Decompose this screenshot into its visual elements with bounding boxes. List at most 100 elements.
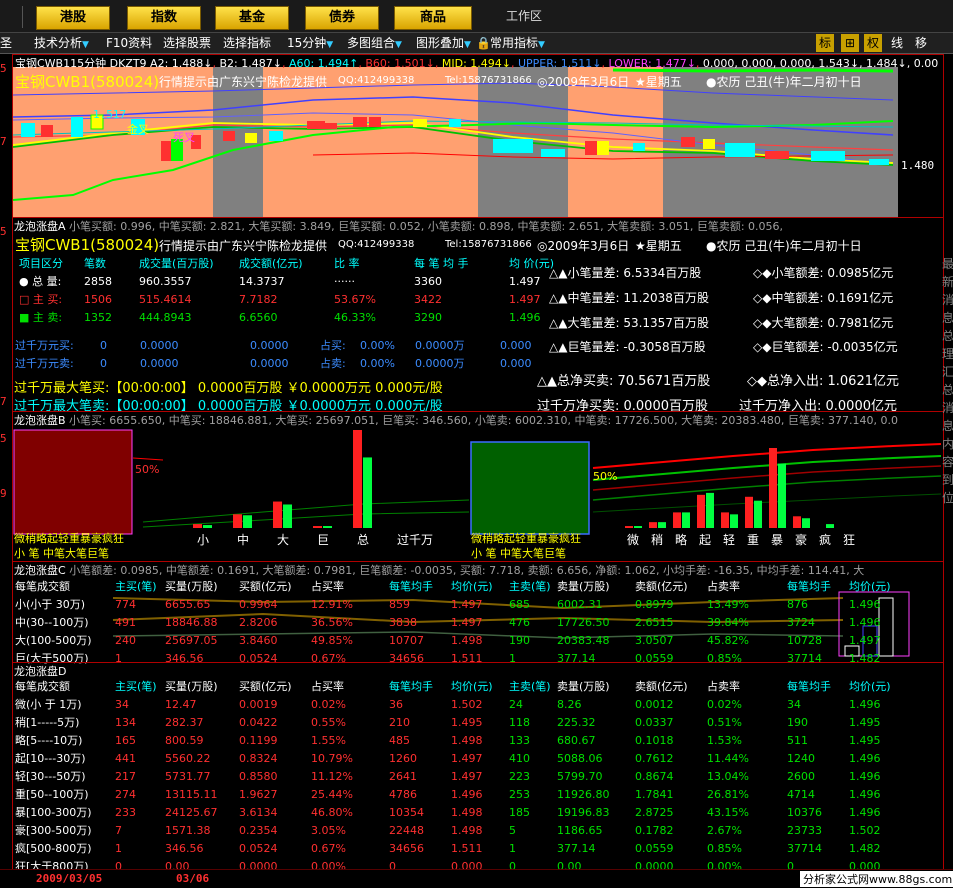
table-cell: 2.6515 xyxy=(635,615,674,629)
table-row[interactable]: 豪[300-500万) 7 1571.38 0.2354 3.05% 22448 1.498… xyxy=(15,821,899,839)
table-cell: 1.496 xyxy=(849,787,881,801)
table-cell: 346.56 xyxy=(165,841,204,855)
menu-select-indicator[interactable]: 选择指标 xyxy=(223,35,271,51)
bar-label: 小 xyxy=(197,533,210,547)
table-row[interactable]: 重[50--100万) 274 13115.11 1.9627 25.44% 4786 1.… xyxy=(15,785,899,803)
table-cell: 511 xyxy=(787,733,808,747)
table-row[interactable]: 中(30--100万) 491 18846.88 2.8206 36.56% 3838 1.… xyxy=(15,613,899,631)
table-cell: 1.497 xyxy=(451,769,483,783)
y-tick: 5 xyxy=(0,62,7,75)
table-row[interactable]: 大(100-500万) 240 25697.05 3.8460 49.85% 10707 1… xyxy=(15,631,899,649)
table-row[interactable]: 微(小 于 1万) 34 12.47 0.0019 0.02% 36 1.502 24 8.26… xyxy=(15,695,899,713)
table-row[interactable]: 暴[100-300万) 233 24125.67 3.6134 46.80% 10354 1… xyxy=(15,803,899,821)
table-cell: 0.02% xyxy=(311,697,346,711)
table-cell: 0.1199 xyxy=(239,733,278,747)
col-header: 每笔均手 xyxy=(389,580,433,593)
table-cell: 1.482 xyxy=(849,841,881,855)
grid-icon[interactable]: ⊞ xyxy=(841,34,859,52)
table-cell: 25.44% xyxy=(311,787,353,801)
buy-bar xyxy=(313,526,322,528)
workspace-tab[interactable]: 工作区 xyxy=(506,8,542,24)
table-cell: 豪[300-500万) xyxy=(15,824,92,837)
net-flow: ◇◆总净入出: 1.0621亿元 xyxy=(747,374,899,389)
nav-index[interactable]: 指数 xyxy=(127,6,201,30)
table-cell: 0.0012 xyxy=(635,697,674,711)
weekday-text: ★星期五 xyxy=(635,239,682,253)
sell-bar xyxy=(323,526,332,528)
table-cell: 4714 xyxy=(787,787,815,801)
table-row[interactable]: 轻[30---50万) 217 5731.77 0.8580 11.12% 2641 1.4… xyxy=(15,767,899,785)
toolbar-left-edge: 圣 xyxy=(0,36,13,50)
volume-bars-1 xyxy=(193,430,372,528)
bar-label: 大 xyxy=(277,533,290,547)
table-cell: 0.8979 xyxy=(635,597,674,611)
table-cell: 2641 xyxy=(389,769,417,783)
menu-15min[interactable]: 15分钟▼ xyxy=(287,35,333,51)
table-cell: 略[5----10万) xyxy=(15,734,83,747)
menu-select-stock[interactable]: 选择股票 xyxy=(163,35,211,51)
menu-overlay[interactable]: 图形叠加▼ xyxy=(416,35,471,51)
stock-title: 宝钢CWB1(580024) xyxy=(15,236,160,254)
buy-bar xyxy=(769,448,777,528)
buy-bar xyxy=(649,522,657,528)
table-cell: 1 xyxy=(509,841,516,855)
panel-a-kilo-table: 过千万元买: 0 0.0000 0.0000 占买: 0.00% 0.0000万 0.0… xyxy=(15,336,532,372)
col-header: 占买率 xyxy=(311,680,344,693)
col-header: 成交量(百万股) xyxy=(139,257,214,270)
mark-icon[interactable]: 标 xyxy=(816,34,834,52)
table-cell: 0.0422 xyxy=(239,715,278,729)
table-row[interactable]: 起[10---30万) 441 5560.22 0.8324 10.79% 1260 1.4… xyxy=(15,749,899,767)
sell-bar xyxy=(682,512,690,528)
table-cell: 22448 xyxy=(389,823,424,837)
bar-label: 豪 xyxy=(795,533,808,547)
table-cell: 1.495 xyxy=(849,733,881,747)
diff-huge-vol: △▲巨笔量差: -0.3058百万股 xyxy=(549,340,706,354)
menu-common-indicators[interactable]: 常用指标▼ xyxy=(490,35,545,51)
menu-multi-chart[interactable]: 多图组合▼ xyxy=(347,35,402,51)
table-cell: 34 xyxy=(787,697,801,711)
nav-commodity[interactable]: 商品 xyxy=(394,6,472,30)
col-header: 占买率 xyxy=(311,580,344,593)
menu-f10[interactable]: F10资料 xyxy=(106,35,152,51)
table-row[interactable]: 稍[1-----5万) 134 282.37 0.0422 0.55% 210 1.495 1… xyxy=(15,713,899,731)
panel-a-header: 龙泡涨盘A 小笔买额: 0.996, 中笔买额: 2.821, 大笔买额: 3.… xyxy=(14,220,784,233)
table-cell: 10.79% xyxy=(311,751,353,765)
table-header-row: 每笔成交额 主买(笔) 买量(万股) 买额(亿元) 占买率 每笔均手 均价(元) 主卖(笔) 卖… xyxy=(15,677,899,695)
right-side-news-label[interactable]: 最新消息总理汇总消息内容到位 xyxy=(942,255,953,507)
col-header: 每笔成交额 xyxy=(15,580,70,593)
price-low-label: 1.480 xyxy=(901,159,935,172)
rights-icon[interactable]: 权 xyxy=(864,34,882,52)
table-row[interactable]: 疯[500-800万) 1 346.56 0.0524 0.67% 34656 1.511 1… xyxy=(15,839,899,857)
table-row[interactable]: 略[5----10万) 165 800.59 0.1199 1.55% 485 1.498 1… xyxy=(15,731,899,749)
table-cell: 0.0524 xyxy=(239,841,278,855)
panel-d: 龙泡涨盘D 每笔成交额 主买(笔) 买量(万股) 买额(亿元) 占买率 每笔均手 均价(元)… xyxy=(12,662,944,873)
table-cell: 10728 xyxy=(787,633,822,647)
table-cell: 1.496 xyxy=(849,751,881,765)
menu-tech-analysis[interactable]: 技术分析▼ xyxy=(34,35,89,51)
volume-box-right xyxy=(470,441,590,535)
col-header: 比 率 xyxy=(334,257,360,270)
table-cell: 6655.65 xyxy=(165,597,211,611)
bar-label: 总 xyxy=(357,533,370,547)
line-tool[interactable]: 线 xyxy=(891,35,903,51)
lock-icon[interactable]: 🔒 xyxy=(476,35,491,51)
nav-hk-stocks[interactable]: 港股 xyxy=(36,6,110,30)
nav-fund[interactable]: 基金 xyxy=(215,6,289,30)
move-tool[interactable]: 移 xyxy=(915,35,927,51)
golden-cross-label-2: 金叉 xyxy=(729,145,751,158)
table-cell: 3838 xyxy=(389,615,417,629)
table-cell: 46.80% xyxy=(311,805,353,819)
table-row: 过千万元买: 0 0.0000 0.0000 占买: 0.00% 0.0000万 0.0… xyxy=(15,338,532,353)
table-cell: 17726.50 xyxy=(557,615,610,629)
table-row[interactable]: 小(小于 30万) 774 6655.65 0.9964 12.91% 859 1.497 6… xyxy=(15,595,899,613)
sell-bar xyxy=(283,504,292,528)
table-cell: 微(小 于 1万) xyxy=(15,698,82,711)
price-chart-panel[interactable]: 宝钢CWB115分钟 DKZT9 A2: 1.488↓, B2: 1.487↓,… xyxy=(12,54,944,218)
table-cell: 1 xyxy=(115,841,122,855)
sell-bar xyxy=(706,492,714,528)
nav-bond[interactable]: 债券 xyxy=(305,6,379,30)
box-size-labels: 小 笔 中笔大笔巨笔 xyxy=(14,547,109,560)
table-cell: 1.496 xyxy=(451,787,483,801)
table-cell: 13.04% xyxy=(707,769,749,783)
table-row: ■ 主 卖: 1352 444.8943 6.6560 46.33% 3290 1.49… xyxy=(19,310,541,325)
